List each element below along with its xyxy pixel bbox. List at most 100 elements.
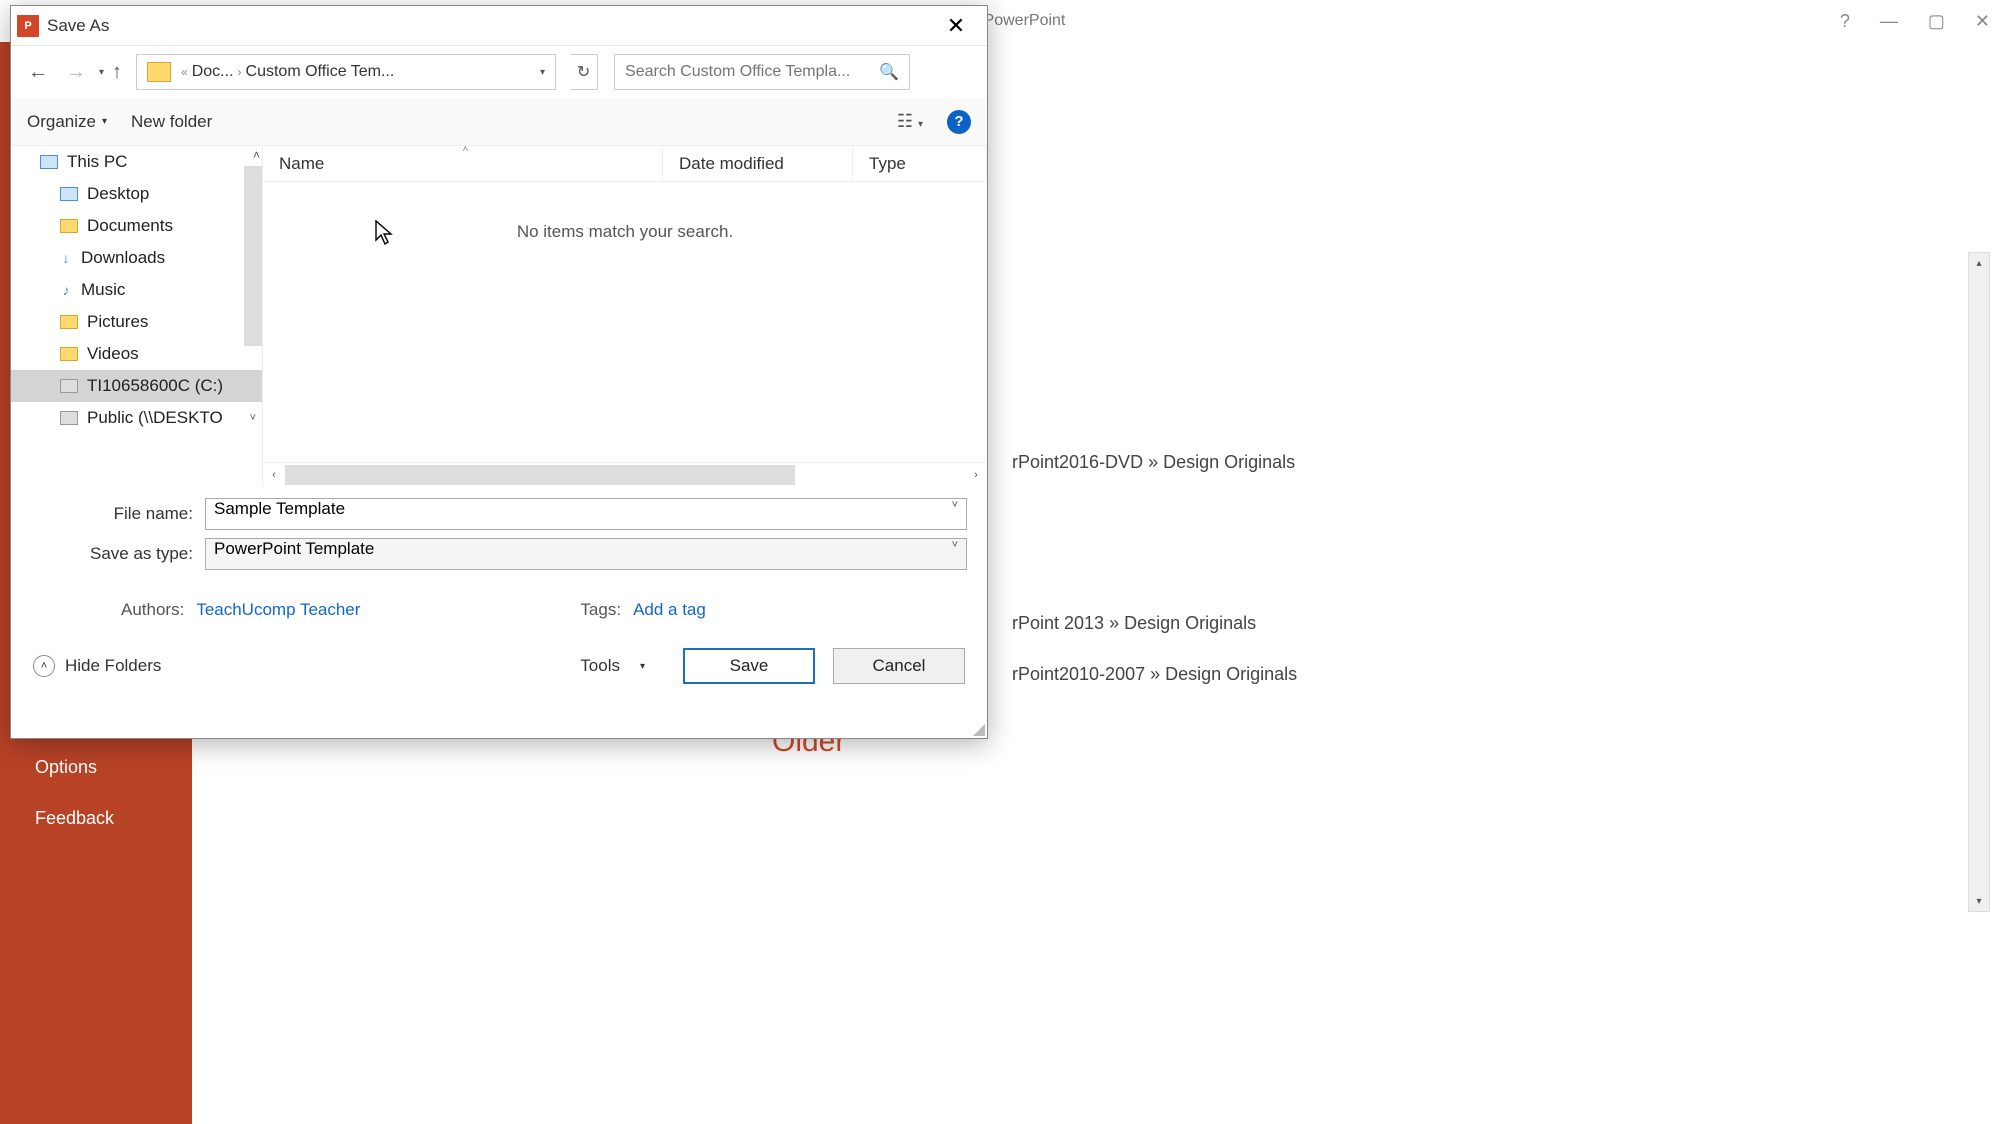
file-list-panel: Name ˄ Date modified Type No items match… — [263, 146, 987, 486]
videos-icon — [60, 347, 78, 361]
recent-path[interactable]: rPoint 2013 » Design Originals — [1012, 613, 1960, 634]
dialog-titlebar: P Save As ✕ — [11, 6, 987, 46]
savetype-dropdown[interactable]: PowerPoint Template ˅ — [205, 538, 967, 570]
column-type[interactable]: Type — [853, 146, 987, 181]
breadcrumb-seg[interactable]: Doc... — [192, 63, 234, 81]
search-box[interactable]: 🔍 — [614, 54, 910, 90]
scroll-right-icon[interactable]: › — [965, 464, 987, 486]
tree-label: TI10658600C (C:) — [87, 376, 223, 396]
search-input[interactable] — [625, 63, 879, 81]
authors-value[interactable]: TeachUcomp Teacher — [196, 600, 360, 620]
file-metadata: Authors: TeachUcomp Teacher Tags: Add a … — [11, 590, 987, 630]
hide-folders-label: Hide Folders — [65, 656, 161, 676]
savetype-label: Save as type: — [25, 544, 205, 564]
help-icon[interactable]: ? — [1840, 11, 1850, 32]
nav-forward-button[interactable]: → — [61, 57, 91, 87]
nav-history-dropdown[interactable]: ▾ — [99, 67, 104, 78]
recent-path[interactable]: rPoint2016-DVD » Design Originals — [1012, 452, 1960, 473]
ppt-scrollbar[interactable]: ▴ ▾ — [1968, 252, 1990, 912]
help-button[interactable]: ? — [947, 110, 971, 134]
pc-icon — [40, 155, 58, 169]
tree-label: Public (\\DESKTO — [87, 408, 223, 428]
tags-value[interactable]: Add a tag — [633, 600, 706, 620]
save-button[interactable]: Save — [683, 648, 815, 684]
cancel-button[interactable]: Cancel — [833, 648, 965, 684]
sort-asc-icon: ˄ — [463, 144, 469, 155]
file-list-headers: Name ˄ Date modified Type — [263, 146, 987, 182]
dialog-body: ˄ This PC Desktop Documents ↓ Downloads … — [11, 146, 987, 486]
tree-label: Videos — [87, 344, 139, 364]
tree-item-videos[interactable]: Videos — [11, 338, 262, 370]
tree-item-drive-c[interactable]: TI10658600C (C:) — [11, 370, 262, 402]
chevron-down-icon: ▾ — [640, 661, 645, 672]
minimize-icon[interactable]: — — [1880, 11, 1898, 32]
empty-message: No items match your search. — [263, 182, 987, 282]
powerpoint-icon: P — [17, 15, 39, 37]
tree-scroll-up-icon[interactable]: ˄ — [253, 148, 260, 162]
tree-label: This PC — [67, 152, 127, 172]
tree-item-documents[interactable]: Documents — [11, 210, 262, 242]
refresh-button[interactable]: ↻ — [570, 54, 598, 90]
tools-dropdown[interactable]: Tools ▾ — [580, 656, 645, 676]
tree-scrollbar[interactable] — [244, 166, 262, 346]
file-list-hscrollbar[interactable]: ‹ › — [263, 462, 987, 486]
new-folder-button[interactable]: New folder — [131, 112, 212, 132]
scroll-down-icon[interactable]: ▾ — [1969, 891, 1989, 911]
chevron-down-icon[interactable]: ˅ — [952, 499, 958, 511]
address-dropdown-icon[interactable]: ▾ — [534, 67, 551, 78]
sidebar-item-options[interactable]: Options — [0, 742, 192, 793]
scroll-left-icon[interactable]: ‹ — [263, 464, 285, 486]
tags-label: Tags: — [580, 600, 621, 620]
chevron-down-icon: ▾ — [102, 116, 107, 127]
music-icon: ♪ — [59, 282, 73, 298]
dialog-toolbar: Organize ▾ New folder ☷ ▾ ? — [11, 98, 987, 146]
filename-input[interactable]: Sample Template ˅ — [205, 498, 967, 530]
tree-label: Documents — [87, 216, 173, 236]
tree-item-this-pc[interactable]: This PC — [11, 146, 262, 178]
view-options-button[interactable]: ☷ ▾ — [897, 111, 923, 132]
tools-label: Tools — [580, 656, 620, 676]
dialog-title: Save As — [47, 16, 931, 36]
resize-grip[interactable] — [971, 722, 985, 736]
tree-item-pictures[interactable]: Pictures — [11, 306, 262, 338]
close-icon[interactable]: ✕ — [1975, 11, 1990, 32]
column-name-label: Name — [279, 154, 324, 174]
nav-back-button[interactable]: ← — [23, 57, 53, 87]
maximize-icon[interactable]: ▢ — [1928, 11, 1945, 32]
filename-value: Sample Template — [214, 499, 345, 518]
tree-label: Pictures — [87, 312, 148, 332]
search-icon[interactable]: 🔍 — [879, 62, 899, 82]
tree-item-downloads[interactable]: ↓ Downloads — [11, 242, 262, 274]
dialog-fields: File name: Sample Template ˅ Save as typ… — [11, 486, 987, 590]
tree-label: Music — [81, 280, 125, 300]
tree-item-network-drive[interactable]: Public (\\DESKTO ˅ — [11, 402, 262, 434]
hide-folders-button[interactable]: ˄ Hide Folders — [33, 655, 161, 677]
dialog-footer: ˄ Hide Folders Tools ▾ Save Cancel — [11, 630, 987, 702]
ppt-window-controls: ? — ▢ ✕ — [1840, 11, 1990, 32]
pictures-icon — [60, 315, 78, 329]
chevron-right-icon[interactable]: › — [238, 65, 242, 79]
breadcrumb-seg[interactable]: Custom Office Tem... — [246, 63, 395, 81]
column-date[interactable]: Date modified — [663, 146, 853, 181]
scroll-up-icon[interactable]: ▴ — [1969, 253, 1989, 273]
network-drive-icon — [60, 411, 78, 425]
organize-button[interactable]: Organize ▾ — [27, 112, 107, 132]
folder-tree: ˄ This PC Desktop Documents ↓ Downloads … — [11, 146, 263, 486]
scroll-thumb[interactable] — [285, 465, 795, 485]
tree-item-music[interactable]: ♪ Music — [11, 274, 262, 306]
tree-label: Downloads — [81, 248, 165, 268]
drive-icon — [60, 379, 78, 393]
nav-up-button[interactable]: ↑ — [112, 61, 122, 84]
dialog-close-button[interactable]: ✕ — [931, 8, 981, 44]
recent-path[interactable]: rPoint2010-2007 » Design Originals — [1012, 664, 1960, 685]
chevron-down-icon[interactable]: ˅ — [952, 539, 958, 551]
chevron-down-icon[interactable]: ˅ — [250, 412, 256, 424]
sidebar-item-feedback[interactable]: Feedback — [0, 793, 192, 844]
chevron-up-icon: ˄ — [33, 655, 55, 677]
tree-item-desktop[interactable]: Desktop — [11, 178, 262, 210]
authors-label: Authors: — [121, 600, 184, 620]
breadcrumb-guillemet[interactable]: « — [181, 65, 188, 79]
address-bar[interactable]: « Doc... › Custom Office Tem... ▾ — [136, 54, 556, 90]
dialog-nav: ← → ▾ ↑ « Doc... › Custom Office Tem... … — [11, 46, 987, 98]
column-name[interactable]: Name ˄ — [263, 146, 663, 181]
